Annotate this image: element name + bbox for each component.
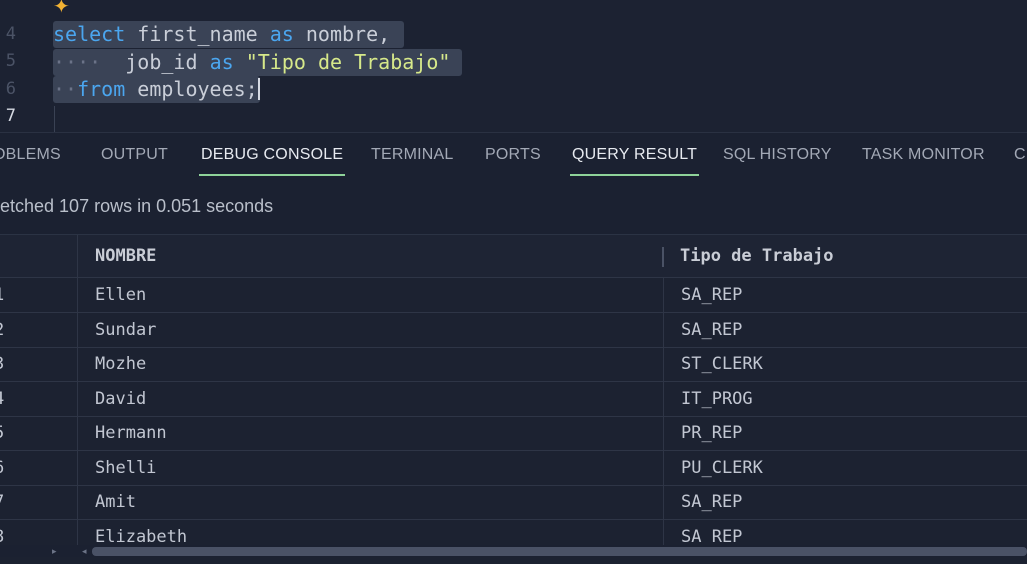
code-line-6[interactable]: 6 ···· job_id as "Tipo de Trabajo": [0, 49, 1027, 99]
panel-tabs: OBLEMS OUTPUT DEBUG CONSOLE TERMINAL POR…: [0, 133, 1027, 176]
code-content: ···· job_id as "Tipo de Trabajo": [53, 49, 463, 76]
keyword-select: select: [53, 22, 126, 46]
query-status: etched 107 rows in 0.051 seconds: [0, 196, 274, 216]
cell-nombre[interactable]: Sundar: [77, 313, 663, 347]
row-index: 5: [0, 416, 77, 450]
code-line-8[interactable]: 8: [0, 104, 1027, 131]
whitespace-marker: ····: [53, 50, 102, 74]
code-text: nombre,: [293, 22, 391, 46]
tab-query-result[interactable]: QUERY RESULT: [569, 133, 700, 176]
row-index: 4: [0, 382, 77, 416]
table-row[interactable]: 2 Sundar SA_REP: [0, 313, 1027, 348]
cell-nombre[interactable]: Mozhe: [77, 347, 663, 381]
tab-output[interactable]: OUTPUT: [101, 133, 168, 176]
row-index: 1: [0, 278, 77, 312]
cell-tipo[interactable]: ST_CLERK: [663, 347, 1027, 381]
column-header-nombre[interactable]: NOMBRE: [77, 235, 663, 277]
code-text: job_id: [125, 50, 210, 74]
code-line-5[interactable]: 5 select first_name as nombre,: [0, 21, 1027, 71]
keyword-from: from: [77, 77, 126, 101]
table-row[interactable]: 5 Hermann PR_REP: [0, 416, 1027, 451]
grid-header-row: NOMBRE Tipo de Trabajo: [0, 235, 1027, 278]
cell-nombre[interactable]: Shelli: [77, 451, 663, 485]
result-grid[interactable]: NOMBRE Tipo de Trabajo 1 Ellen SA_REP 2 …: [0, 234, 1027, 564]
code-text: first_name: [125, 22, 270, 46]
table-row[interactable]: 4 David IT_PROG: [0, 382, 1027, 417]
cell-tipo[interactable]: SA_REP: [663, 278, 1027, 312]
keyword-as: as: [269, 22, 294, 46]
cell-tipo[interactable]: SA_REP: [663, 313, 1027, 347]
row-index-header: [0, 235, 77, 277]
table-row[interactable]: 7 Amit SA_REP: [0, 485, 1027, 520]
table-row[interactable]: 6 Shelli PU_CLERK: [0, 451, 1027, 486]
table-row[interactable]: 1 Ellen SA_REP: [0, 278, 1027, 313]
cell-nombre[interactable]: David: [77, 382, 663, 416]
code-content: select first_name as nombre,: [53, 21, 405, 48]
cell-nombre[interactable]: Ellen: [77, 278, 663, 312]
tab-task-monitor[interactable]: TASK MONITOR: [862, 133, 985, 176]
table-row[interactable]: 3 Mozhe ST_CLERK: [0, 347, 1027, 382]
code-editor[interactable]: 4 ✦ 5 select first_name as nombre, 6 ···…: [0, 0, 1027, 132]
row-index: 3: [0, 347, 77, 381]
tab-more[interactable]: C: [1014, 133, 1026, 176]
scrollbar-thumb[interactable]: [92, 547, 1027, 556]
code-text: employees;: [125, 77, 258, 101]
cell-tipo[interactable]: IT_PROG: [663, 382, 1027, 416]
row-index: 2: [0, 313, 77, 347]
scroll-left-icon[interactable]: ◂: [82, 545, 87, 557]
cell-tipo[interactable]: PU_CLERK: [663, 451, 1027, 485]
horizontal-scrollbar[interactable]: ▸ ◂: [0, 545, 1027, 557]
row-index: 6: [0, 451, 77, 485]
row-index: 7: [0, 485, 77, 519]
cell-tipo[interactable]: PR_REP: [663, 416, 1027, 450]
column-header-tipo-de-trabajo[interactable]: Tipo de Trabajo: [663, 235, 1027, 277]
code-content: ··from employees;: [53, 76, 260, 103]
code-line-4[interactable]: 4: [0, 0, 1027, 44]
tab-ports[interactable]: PORTS: [485, 133, 541, 176]
cell-nombre[interactable]: Amit: [77, 485, 663, 519]
tab-sql-history[interactable]: SQL HISTORY: [723, 133, 832, 176]
sparkle-icon[interactable]: ✦: [53, 0, 70, 17]
whitespace-marker: ··: [53, 77, 78, 101]
keyword-as: as: [209, 50, 234, 74]
indent-guide: [54, 106, 55, 132]
text-cursor: [257, 78, 260, 100]
cell-nombre[interactable]: Hermann: [77, 416, 663, 450]
string-literal: "Tipo de Trabajo": [245, 50, 451, 74]
code-line-7[interactable]: 7 ··from employees;: [0, 76, 1027, 126]
scroll-right-icon[interactable]: ▸: [52, 545, 57, 557]
tab-problems[interactable]: OBLEMS: [0, 133, 61, 176]
tab-debug-console[interactable]: DEBUG CONSOLE: [198, 133, 346, 176]
cell-tipo[interactable]: SA_REP: [663, 485, 1027, 519]
tab-terminal[interactable]: TERMINAL: [371, 133, 454, 176]
bottom-panel: OBLEMS OUTPUT DEBUG CONSOLE TERMINAL POR…: [0, 132, 1027, 564]
